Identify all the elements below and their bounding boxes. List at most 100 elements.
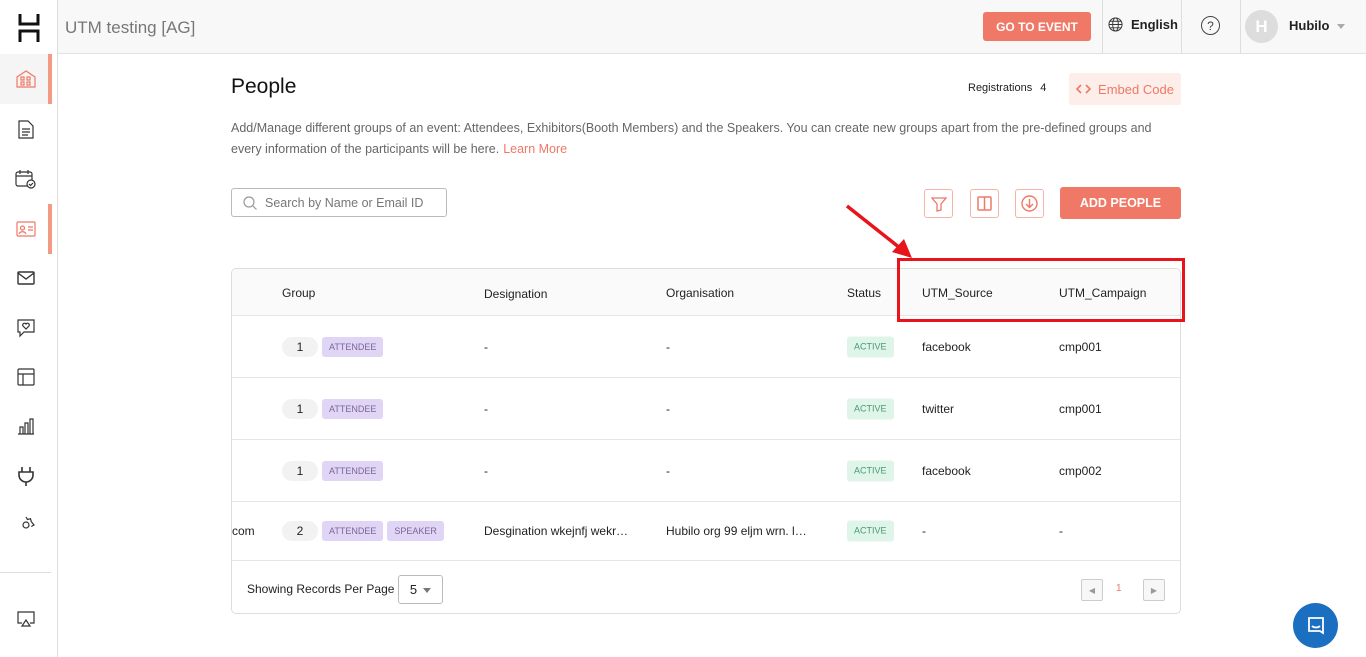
mail-icon [16, 271, 35, 285]
header-divider [1181, 0, 1182, 53]
sidebar-item-analytics[interactable] [0, 401, 51, 451]
sidebar-item-design[interactable] [0, 352, 51, 402]
designation-cell: - [484, 463, 488, 478]
people-card-icon [15, 221, 36, 237]
chat-icon [1307, 616, 1324, 635]
utm-source-cell: facebook [922, 339, 971, 354]
status-badge: ACTIVE [847, 398, 894, 419]
utm-campaign-cell: cmp001 [1059, 339, 1102, 354]
sidebar-item-schedule[interactable] [0, 154, 51, 204]
designation-cell: Desgination wkejnfj wekr… [484, 524, 629, 538]
go-to-event-button[interactable]: GO TO EVENT [983, 12, 1091, 41]
sidebar-item-settings[interactable] [0, 500, 51, 550]
column-header-organisation[interactable]: Organisation [666, 286, 734, 300]
status-cell: ACTIVE [847, 336, 894, 357]
sidebar-item-home[interactable] [0, 54, 52, 104]
event-title: UTM testing [AG] [65, 18, 196, 37]
sidebar-divider [0, 572, 51, 573]
calendar-icon [15, 170, 36, 189]
group-count: 1 [282, 336, 318, 357]
language-selector[interactable]: English [1108, 17, 1178, 32]
plug-icon [17, 467, 34, 486]
chevron-down-icon[interactable] [1337, 24, 1345, 33]
current-page[interactable]: 1 [1116, 583, 1122, 594]
filter-icon [930, 196, 947, 212]
group-tag: ATTENDEE [322, 521, 384, 541]
columns-button[interactable] [970, 189, 999, 218]
utm-campaign-cell: cmp002 [1059, 463, 1102, 478]
designation-cell: - [484, 401, 488, 416]
status-badge: ACTIVE [847, 520, 894, 542]
table-row[interactable]: 1 ATTENDEE - - ACTIVE facebook cmp002 [232, 440, 1180, 502]
utm-source-cell: twitter [922, 401, 955, 416]
group-tag: ATTENDEE [322, 336, 384, 357]
table-row[interactable]: 1 ATTENDEE - - ACTIVE facebook cmp001 [232, 316, 1180, 378]
group-cell: 1 ATTENDEE [282, 398, 387, 419]
download-icon [1021, 195, 1038, 212]
group-count: 1 [282, 398, 318, 419]
sidebar-item-people[interactable] [0, 204, 52, 254]
header-divider [1240, 0, 1241, 53]
avatar[interactable]: H [1245, 10, 1278, 43]
help-icon[interactable]: ? [1201, 16, 1220, 35]
table-row[interactable]: com 2 ATTENDEE SPEAKER Desgination wkejnfj… [232, 502, 1180, 561]
search-input[interactable] [265, 195, 435, 210]
cast-icon [16, 611, 35, 627]
column-header-status[interactable]: Status [847, 286, 881, 300]
group-cell: 2 ATTENDEE SPEAKER [282, 521, 448, 541]
per-page-select[interactable]: 5 [398, 575, 443, 604]
sidebar-item-integrations[interactable] [0, 451, 51, 501]
organisation-cell: - [666, 401, 670, 416]
registrations-value: 4 [1040, 82, 1047, 94]
header-divider [1102, 0, 1103, 53]
sidebar-item-cast[interactable] [0, 594, 51, 644]
group-count: 1 [282, 460, 318, 481]
organisation-cell: - [666, 339, 670, 354]
analytics-icon [17, 418, 34, 435]
code-icon [1076, 84, 1092, 94]
page-title: People [231, 75, 297, 98]
organisation-cell: Hubilo org 99 eljm wrn. l… [666, 524, 807, 538]
column-header-group[interactable]: Group [282, 286, 315, 300]
group-tag: ATTENDEE [322, 398, 384, 419]
hubilo-logo[interactable] [18, 14, 40, 42]
designation-cell: - [484, 339, 488, 354]
annotation-arrow [845, 204, 912, 258]
table-row[interactable]: 1 ATTENDEE - - ACTIVE twitter cmp001 [232, 378, 1180, 440]
group-tag: ATTENDEE [322, 460, 384, 481]
download-button[interactable] [1015, 189, 1044, 218]
status-cell: ACTIVE [847, 520, 894, 542]
utm-campaign-cell: - [1059, 524, 1063, 538]
top-header: UTM testing [AG] GO TO EVENT English ? H… [58, 0, 1366, 54]
status-badge: ACTIVE [847, 460, 894, 481]
prev-page-button[interactable]: ◀ [1081, 579, 1103, 601]
status-badge: ACTIVE [847, 336, 894, 357]
page-description: Add/Manage different groups of an event:… [231, 118, 1181, 160]
per-page-label: Showing Records Per Page [247, 582, 395, 596]
utm-source-cell: - [922, 524, 926, 538]
language-label: English [1131, 17, 1178, 32]
utm-campaign-cell: cmp001 [1059, 401, 1102, 416]
group-cell: 1 ATTENDEE [282, 460, 387, 481]
document-icon [17, 119, 34, 139]
home-icon [15, 70, 36, 88]
sidebar-item-engagement[interactable] [0, 303, 51, 353]
group-cell: 1 ATTENDEE [282, 336, 387, 357]
search-icon [243, 195, 257, 210]
group-count: 2 [282, 521, 318, 541]
utm-source-cell: facebook [922, 463, 971, 478]
learn-more-link[interactable]: Learn More [503, 142, 567, 156]
status-cell: ACTIVE [847, 398, 894, 419]
add-people-button[interactable]: ADD PEOPLE [1060, 187, 1181, 219]
filter-button[interactable] [924, 189, 953, 218]
search-box[interactable] [231, 188, 447, 217]
organisation-cell: - [666, 463, 670, 478]
sidebar-item-documents[interactable] [0, 104, 51, 154]
next-page-button[interactable]: ▶ [1143, 579, 1165, 601]
user-name[interactable]: Hubilo [1289, 18, 1329, 33]
registrations-label: Registrations [968, 82, 1033, 94]
column-header-designation[interactable]: Designation [484, 287, 547, 301]
embed-code-button[interactable]: Embed Code [1069, 73, 1181, 105]
sidebar-item-email[interactable] [0, 253, 51, 303]
chat-support-button[interactable] [1293, 603, 1338, 648]
